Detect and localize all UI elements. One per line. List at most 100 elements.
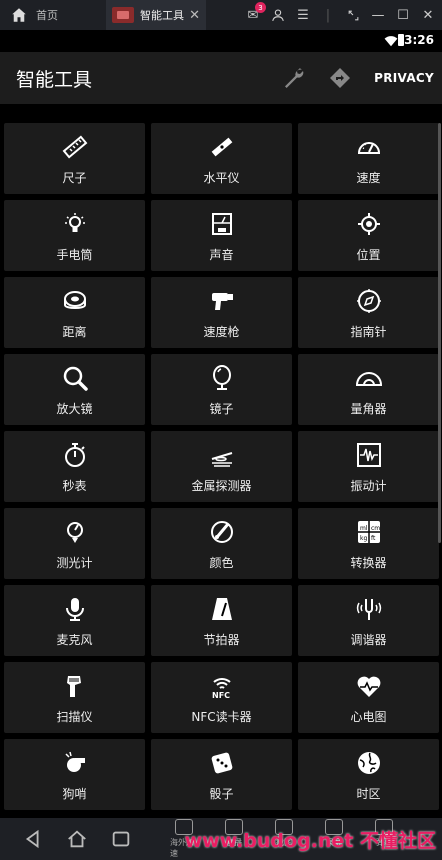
tool-tile[interactable]: 骰子 bbox=[151, 739, 292, 810]
tool-tile[interactable]: 放大镜 bbox=[4, 354, 145, 425]
tool-tile[interactable]: 量角器 bbox=[298, 354, 439, 425]
tuning-fork-icon bbox=[356, 599, 381, 620]
sidebar-toggle-icon[interactable]: | bbox=[320, 7, 336, 23]
svg-text:cm: cm bbox=[371, 525, 380, 532]
tools-grid: 尺子 水平仪 速度手电筒 声音 位置距离 速度枪 指南针放大镜 镜子 量角器秒表 金属探测器 振动计… bbox=[4, 123, 439, 810]
tool-tile[interactable]: 狗哨 bbox=[4, 739, 145, 810]
tool-label: 颜色 bbox=[209, 556, 234, 570]
menu-icon[interactable]: ☰ bbox=[295, 7, 311, 23]
svg-text:NFC: NFC bbox=[212, 691, 230, 700]
tool-tile[interactable]: NFC NFC读卡器 bbox=[151, 662, 292, 733]
tool-tile[interactable]: 时区 bbox=[298, 739, 439, 810]
color-icon bbox=[210, 521, 233, 543]
tool-label: 心电图 bbox=[350, 710, 387, 724]
tool-tile[interactable]: 节拍器 bbox=[151, 585, 292, 656]
compass-icon bbox=[356, 289, 381, 313]
maximize-icon[interactable]: ☐ bbox=[395, 7, 411, 23]
nfc-icon: NFC bbox=[212, 678, 231, 700]
tool-label: 振动计 bbox=[350, 479, 387, 493]
mirror-icon bbox=[212, 365, 231, 390]
tool-tile[interactable]: 水平仪 bbox=[151, 123, 292, 194]
converter-icon: ml cmkg ft bbox=[357, 521, 380, 543]
page-title: 智能工具 bbox=[16, 68, 93, 91]
tool-tile[interactable]: 距离 bbox=[4, 277, 145, 348]
tool-label: 金属探测器 bbox=[191, 479, 252, 493]
tool-tile[interactable]: 位置 bbox=[298, 200, 439, 271]
tool-tile[interactable]: 扫描仪 bbox=[4, 662, 145, 733]
tool-label: 位置 bbox=[356, 248, 381, 262]
home-tab[interactable]: 首页 bbox=[0, 0, 90, 30]
user-icon[interactable] bbox=[270, 7, 286, 23]
scanner-icon bbox=[66, 676, 81, 697]
tool-label: NFC读卡器 bbox=[191, 710, 252, 724]
tool-label: 麦克风 bbox=[56, 633, 93, 647]
tool-tile[interactable]: 镜子 bbox=[151, 354, 292, 425]
tool-tile[interactable]: 振动计 bbox=[298, 431, 439, 502]
tool-label: 距离 bbox=[62, 325, 87, 339]
minimize-icon[interactable]: — bbox=[370, 7, 386, 23]
whistle-icon bbox=[64, 751, 85, 772]
tool-label: 镜子 bbox=[209, 402, 234, 416]
tool-tile[interactable]: 手电筒 bbox=[4, 200, 145, 271]
tool-tile[interactable]: 测光计 bbox=[4, 508, 145, 579]
tool-label: 尺子 bbox=[62, 171, 87, 185]
tool-tile[interactable]: 颜色 bbox=[151, 508, 292, 579]
metal-detector-icon bbox=[211, 452, 232, 467]
tool-label: 扫描仪 bbox=[56, 710, 93, 724]
close-window-icon[interactable]: ✕ bbox=[420, 7, 436, 23]
tool-label: 声音 bbox=[209, 248, 234, 262]
tool-label: 量角器 bbox=[350, 402, 387, 416]
scrollbar[interactable] bbox=[438, 123, 441, 543]
recents-icon[interactable] bbox=[110, 828, 132, 850]
dice-icon bbox=[211, 752, 232, 774]
app-bar: 智能工具 PRIVACY bbox=[0, 52, 442, 104]
sound-meter-icon bbox=[211, 213, 232, 235]
home-nav-icon[interactable] bbox=[66, 828, 88, 850]
tool-label: 放大镜 bbox=[56, 402, 93, 416]
microphone-icon bbox=[65, 598, 84, 621]
mail-icon[interactable]: ✉ 3 bbox=[245, 2, 266, 23]
close-tab-icon[interactable]: ✕ bbox=[189, 8, 200, 23]
tool-tile[interactable]: 麦克风 bbox=[4, 585, 145, 656]
tool-label: 速度枪 bbox=[203, 325, 240, 339]
tool-tile[interactable]: 心电图 bbox=[298, 662, 439, 733]
privacy-button[interactable]: PRIVACY bbox=[374, 71, 434, 85]
flashlight-icon bbox=[64, 213, 85, 232]
globe-icon bbox=[357, 752, 380, 774]
tool-tile[interactable]: 金属探测器 bbox=[151, 431, 292, 502]
tool-tile[interactable]: 秒表 bbox=[4, 431, 145, 502]
tool-tile[interactable]: 速度 bbox=[298, 123, 439, 194]
wrench-icon[interactable] bbox=[282, 66, 306, 90]
tool-tile[interactable]: 声音 bbox=[151, 200, 292, 271]
app-tab[interactable]: 智能工具 ✕ bbox=[106, 0, 206, 30]
heart-rate-icon bbox=[357, 676, 380, 697]
tool-tile[interactable]: ml cm kg ft 转换器 bbox=[298, 508, 439, 579]
magnifier-icon bbox=[63, 366, 88, 391]
light-meter-icon bbox=[66, 522, 83, 543]
mail-badge: 3 bbox=[255, 2, 266, 13]
directions-icon[interactable] bbox=[328, 66, 352, 90]
home-tab-label: 首页 bbox=[36, 9, 58, 22]
vibrometer-icon bbox=[356, 443, 381, 467]
svg-text:kg: kg bbox=[360, 535, 367, 542]
protractor-icon bbox=[355, 372, 382, 386]
back-icon[interactable] bbox=[22, 828, 44, 850]
home-icon bbox=[12, 8, 26, 22]
tool-label: 速度 bbox=[356, 171, 381, 185]
tool-label: 节拍器 bbox=[203, 633, 240, 647]
tool-tile[interactable]: 指南针 bbox=[298, 277, 439, 348]
tool-label: 手电筒 bbox=[56, 248, 93, 262]
emulator-title-bar: 首页 智能工具 ✕ ✉ 3 ☰ | — ☐ ✕ bbox=[0, 0, 442, 30]
tape-measure-icon bbox=[63, 291, 86, 309]
tool-label: 时区 bbox=[356, 787, 381, 801]
tool-tile[interactable]: 调谐器 bbox=[298, 585, 439, 656]
fullscreen-icon[interactable] bbox=[345, 7, 361, 23]
stopwatch-icon bbox=[64, 443, 85, 467]
level-icon bbox=[211, 137, 232, 157]
app-tab-label: 智能工具 bbox=[140, 9, 184, 22]
svg-text:ft: ft bbox=[371, 535, 376, 542]
speed-gun-icon bbox=[211, 293, 233, 310]
tool-label: 骰子 bbox=[209, 787, 234, 801]
tool-tile[interactable]: 尺子 bbox=[4, 123, 145, 194]
tool-tile[interactable]: 速度枪 bbox=[151, 277, 292, 348]
